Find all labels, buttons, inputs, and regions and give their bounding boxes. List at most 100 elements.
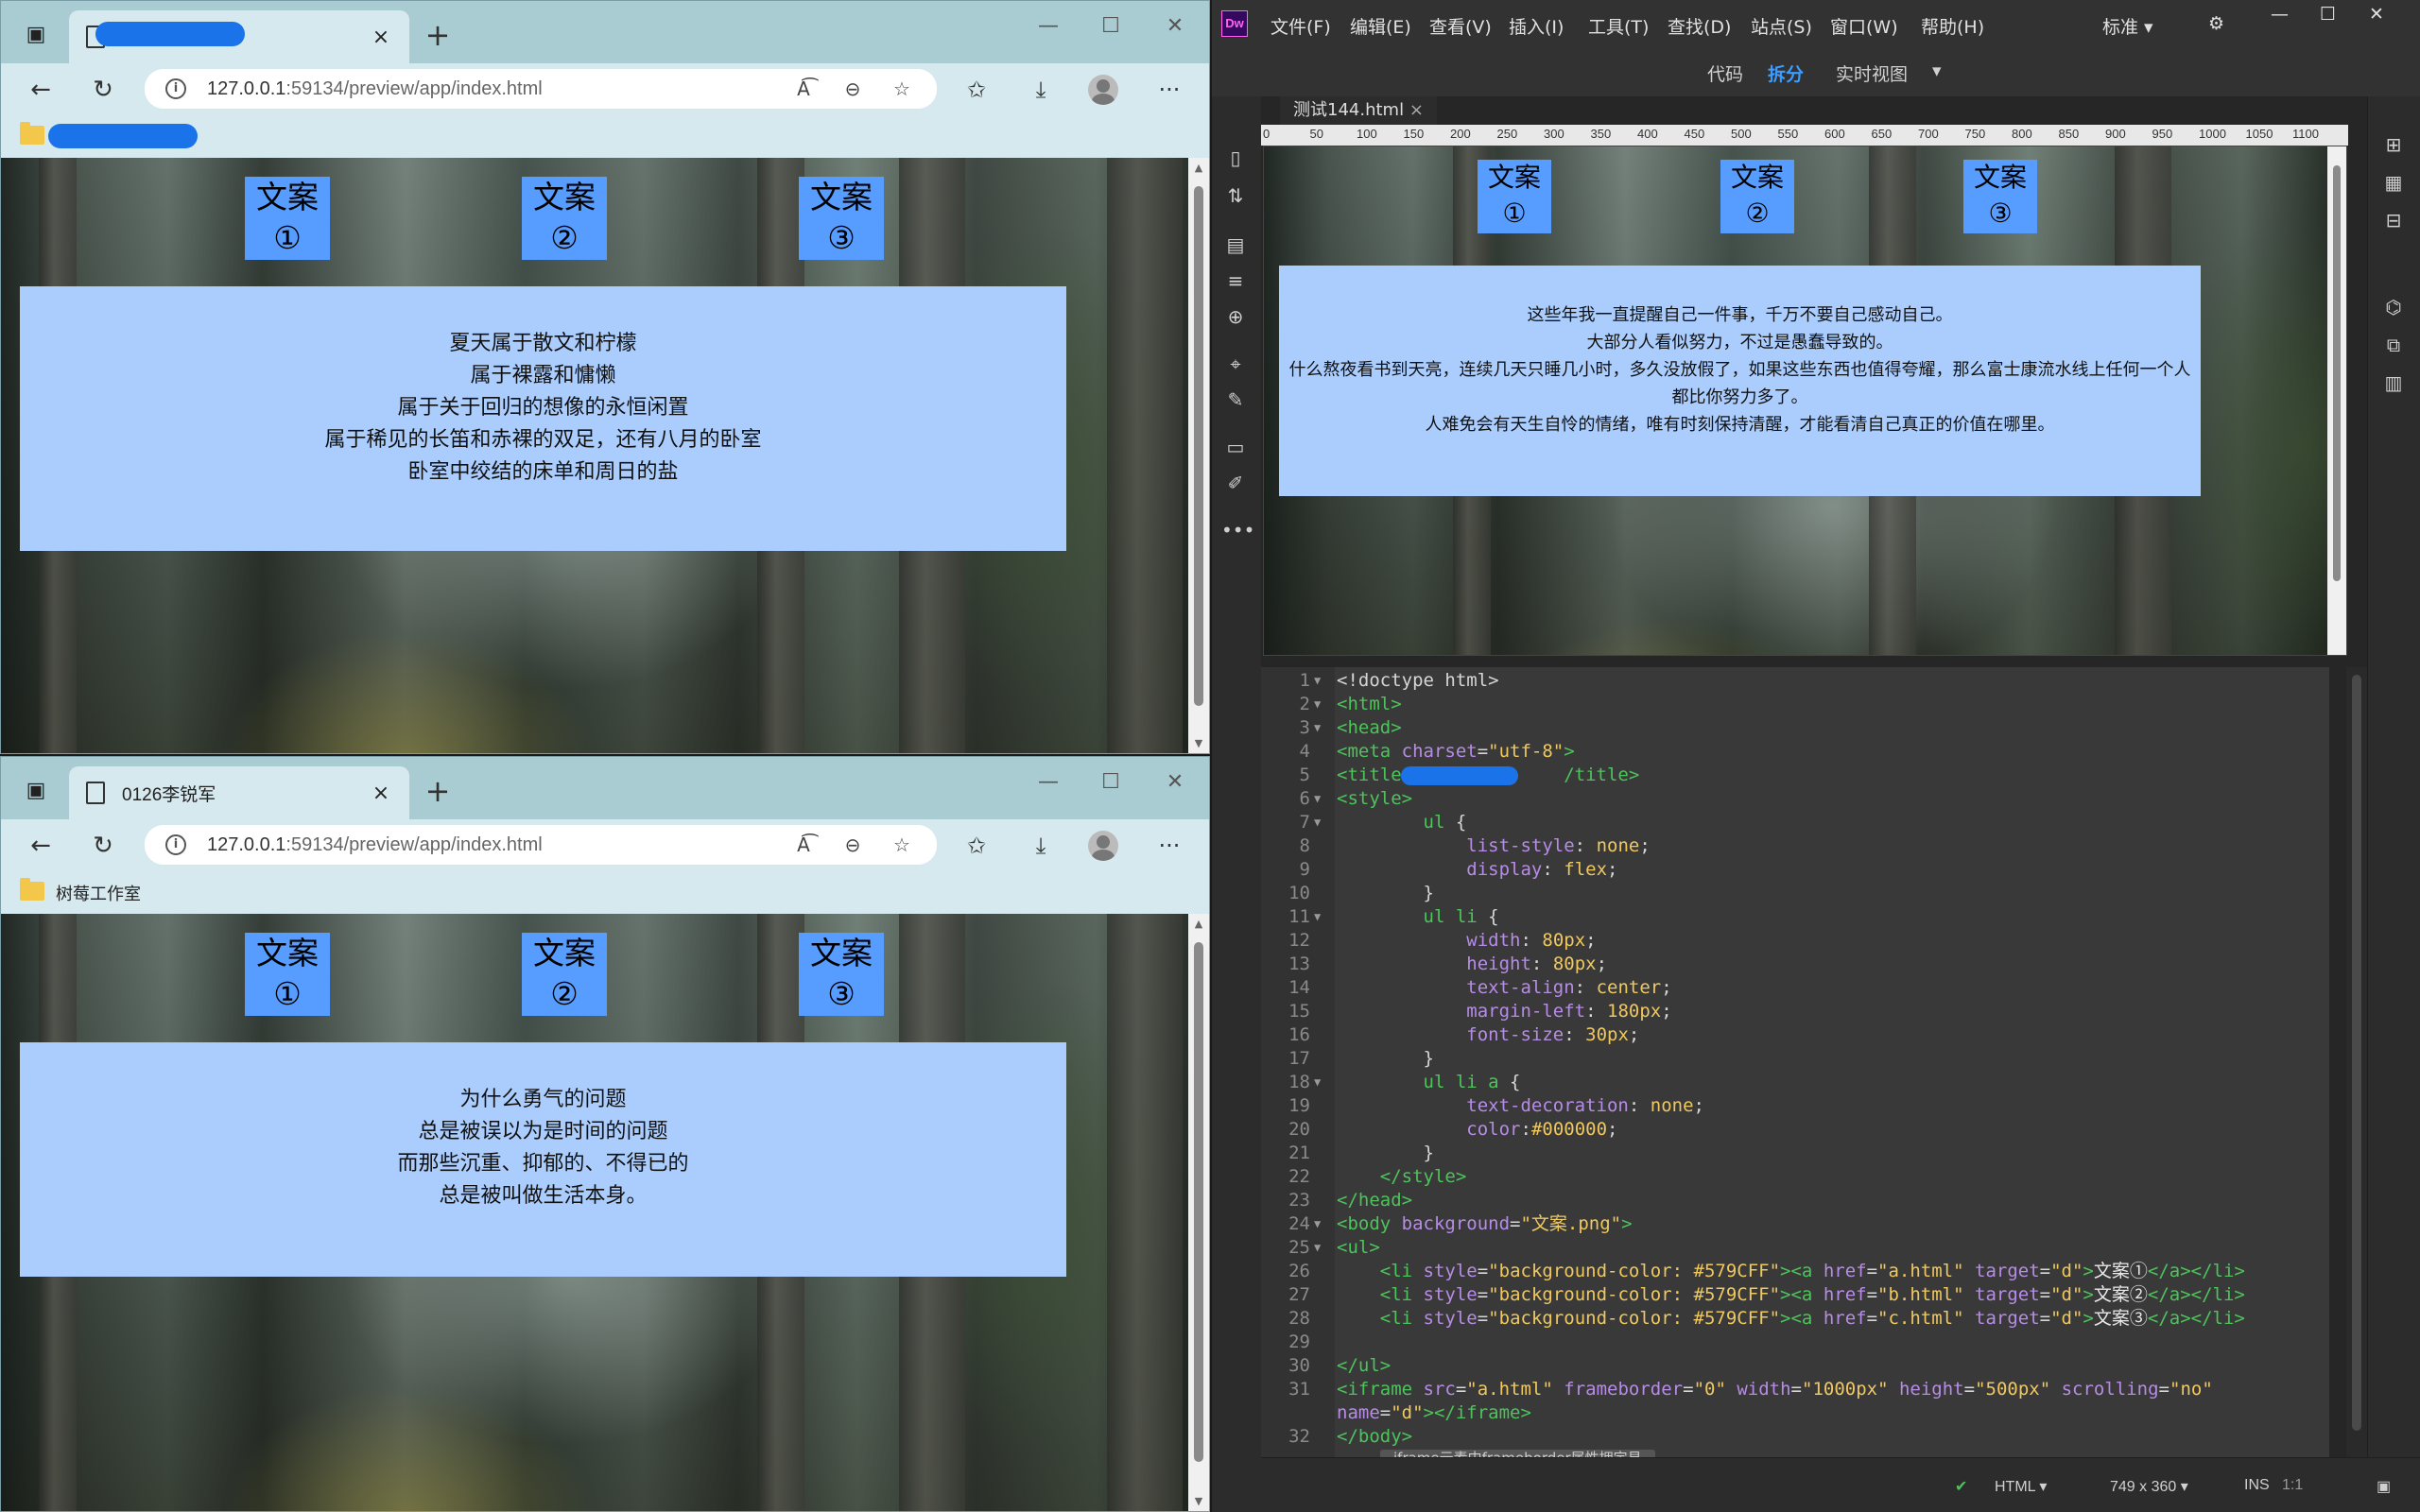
nav-link-2[interactable]: 文案② xyxy=(522,933,607,1014)
document-tab[interactable]: 测试144.html × xyxy=(1280,96,1437,125)
vertical-scrollbar[interactable]: ▲ ▼ xyxy=(1188,914,1209,1511)
minimize-button[interactable]: — xyxy=(1029,770,1067,794)
read-aloud-icon[interactable]: A͡ xyxy=(789,77,818,100)
nav-item-1[interactable]: 文案① xyxy=(245,933,330,1016)
code-line[interactable]: 11 ▼ ul li { xyxy=(1261,905,2329,929)
code-line[interactable]: 25 ▼ <ul> xyxy=(1261,1236,2329,1260)
scroll-up-icon[interactable]: ▲ xyxy=(1188,162,1209,174)
code-line[interactable]: 32 </body> xyxy=(1261,1425,2329,1449)
file-transfer-icon[interactable]: ⇅ xyxy=(1221,181,1250,210)
profile-avatar[interactable] xyxy=(1088,831,1118,861)
profile-avatar[interactable] xyxy=(1088,75,1118,105)
code-line[interactable]: 22 </style> xyxy=(1261,1165,2329,1189)
close-window-button[interactable]: ✕ xyxy=(1156,770,1194,794)
back-button[interactable]: ← xyxy=(22,71,60,109)
code-line[interactable]: 18 ▼ ul li a { xyxy=(1261,1071,2329,1094)
brush-icon[interactable]: ✎ xyxy=(1221,386,1250,414)
site-info-icon[interactable]: i xyxy=(165,78,186,99)
favorites-folder-label[interactable]: 树莓工作室 xyxy=(56,881,141,905)
code-line[interactable]: 9 display: flex; xyxy=(1261,858,2329,882)
code-line[interactable]: 23 </head> xyxy=(1261,1189,2329,1212)
fold-arrow-icon[interactable]: ▼ xyxy=(1314,669,1321,693)
live-nav-item-3[interactable]: 文案③ xyxy=(1963,160,2037,233)
close-tab-icon[interactable]: × xyxy=(370,782,392,805)
close-tab-icon[interactable]: × xyxy=(370,26,392,49)
downloads-icon[interactable]: ⤓ xyxy=(1022,829,1060,863)
nav-link-2[interactable]: 文案② xyxy=(1720,160,1794,232)
nav-link-3[interactable]: 文案③ xyxy=(1963,160,2037,232)
window-size-select[interactable]: 749 x 360 ▾ xyxy=(2110,1477,2188,1496)
code-line[interactable]: 16 font-size: 30px; xyxy=(1261,1023,2329,1047)
fold-arrow-icon[interactable]: ▼ xyxy=(1314,1236,1321,1260)
nav-item-3[interactable]: 文案③ xyxy=(799,177,884,260)
folder-icon[interactable] xyxy=(20,878,44,901)
maximize-button[interactable]: ☐ xyxy=(1092,14,1130,38)
view-code-button[interactable]: 代码 xyxy=(1707,60,1743,86)
favorites-icon[interactable]: ✩ xyxy=(958,829,995,863)
nav-item-2[interactable]: 文案② xyxy=(522,933,607,1016)
menu-tools[interactable]: 工具(T) xyxy=(1588,13,1649,39)
reload-button[interactable]: ↻ xyxy=(84,71,122,109)
fold-arrow-icon[interactable]: ▼ xyxy=(1314,693,1321,716)
fold-arrow-icon[interactable]: ▼ xyxy=(1314,905,1321,929)
code-line[interactable]: 19 text-decoration: none; xyxy=(1261,1094,2329,1118)
read-aloud-icon[interactable]: A͡ xyxy=(789,833,818,856)
code-line[interactable]: 15 margin-left: 180px; xyxy=(1261,1000,2329,1023)
close-window-button[interactable]: ✕ xyxy=(1156,14,1194,38)
dom-panel-icon[interactable]: ⊞ xyxy=(2379,130,2408,159)
code-line[interactable]: 21 } xyxy=(1261,1142,2329,1165)
document-icon[interactable]: ▯ xyxy=(1221,144,1250,172)
fold-arrow-icon[interactable]: ▼ xyxy=(1314,1071,1321,1094)
code-line[interactable]: 14 text-align: center; xyxy=(1261,976,2329,1000)
nav-link-3[interactable]: 文案③ xyxy=(799,177,884,258)
comment-icon[interactable]: ▭ xyxy=(1221,433,1250,461)
add-favorite-icon[interactable]: ☆ xyxy=(888,77,916,100)
menu-window[interactable]: 窗口(W) xyxy=(1830,13,1898,39)
code-line[interactable]: 1 ▼ <!doctype html> xyxy=(1261,669,2329,693)
address-bar[interactable]: i 127.0.0.1:59134/preview/app/index.html… xyxy=(145,69,937,109)
maximize-button[interactable]: ☐ xyxy=(1092,770,1130,794)
tab-actions-icon[interactable]: ▣ xyxy=(20,776,52,804)
back-button[interactable]: ← xyxy=(22,827,60,865)
files-panel-icon[interactable]: ⌬ xyxy=(2379,293,2408,321)
nav-item-3[interactable]: 文案③ xyxy=(799,933,884,1016)
minimize-button[interactable]: — xyxy=(1029,14,1067,38)
browser-tab[interactable]: 0126李锐军 × xyxy=(69,766,409,819)
more-menu-icon[interactable]: ··· xyxy=(1150,73,1188,107)
assets-panel-icon[interactable]: ▦ xyxy=(2379,168,2408,197)
menu-insert[interactable]: 插入(I) xyxy=(1509,13,1564,39)
reload-button[interactable]: ↻ xyxy=(84,827,122,865)
code-line[interactable]: 20 color:#000000; xyxy=(1261,1118,2329,1142)
menu-view[interactable]: 查看(V) xyxy=(1429,13,1492,39)
fold-arrow-icon[interactable]: ▼ xyxy=(1314,787,1321,811)
inspect-icon[interactable]: ▤ xyxy=(1221,231,1250,259)
site-info-icon[interactable]: i xyxy=(165,834,186,855)
nav-item-2[interactable]: 文案② xyxy=(522,177,607,260)
menu-site[interactable]: 站点(S) xyxy=(1751,13,1812,39)
fold-arrow-icon[interactable]: ▼ xyxy=(1314,716,1321,740)
code-line[interactable]: 10 } xyxy=(1261,882,2329,905)
code-line[interactable]: 24 ▼ <body background="文案.png"> xyxy=(1261,1212,2329,1236)
zoom-out-icon[interactable]: ⊖ xyxy=(838,833,867,856)
code-line[interactable]: 26 <li style="background-color: #579CFF"… xyxy=(1261,1260,2329,1283)
nav-link-1[interactable]: 文案① xyxy=(1478,160,1551,232)
menu-edit[interactable]: 编辑(E) xyxy=(1350,13,1411,39)
close-window-button[interactable]: ✕ xyxy=(2369,4,2384,25)
code-line[interactable]: 6 ▼ <style> xyxy=(1261,787,2329,811)
scroll-down-icon[interactable]: ▼ xyxy=(1188,1495,1209,1507)
code-line[interactable]: 17 } xyxy=(1261,1047,2329,1071)
code-line[interactable]: 28 <li style="background-color: #579CFF"… xyxy=(1261,1307,2329,1331)
target-icon[interactable]: ⊕ xyxy=(1221,302,1250,331)
code-line[interactable]: 27 <li style="background-color: #579CFF"… xyxy=(1261,1283,2329,1307)
sync-settings-icon[interactable]: ⚙ xyxy=(2208,13,2224,34)
snippets-panel-icon[interactable]: ⧉ xyxy=(2379,331,2408,359)
snippet-icon[interactable]: ⌖ xyxy=(1221,350,1250,378)
code-line[interactable]: 2 ▼ <html> xyxy=(1261,693,2329,716)
maximize-button[interactable]: ☐ xyxy=(2320,4,2336,25)
menu-file[interactable]: 文件(F) xyxy=(1270,13,1331,39)
scroll-thumb[interactable] xyxy=(1194,186,1203,706)
nav-link-3[interactable]: 文案③ xyxy=(799,933,884,1014)
code-line[interactable]: 29 xyxy=(1261,1331,2329,1354)
add-favorite-icon[interactable]: ☆ xyxy=(888,833,916,856)
downloads-icon[interactable]: ⤓ xyxy=(1022,73,1060,107)
